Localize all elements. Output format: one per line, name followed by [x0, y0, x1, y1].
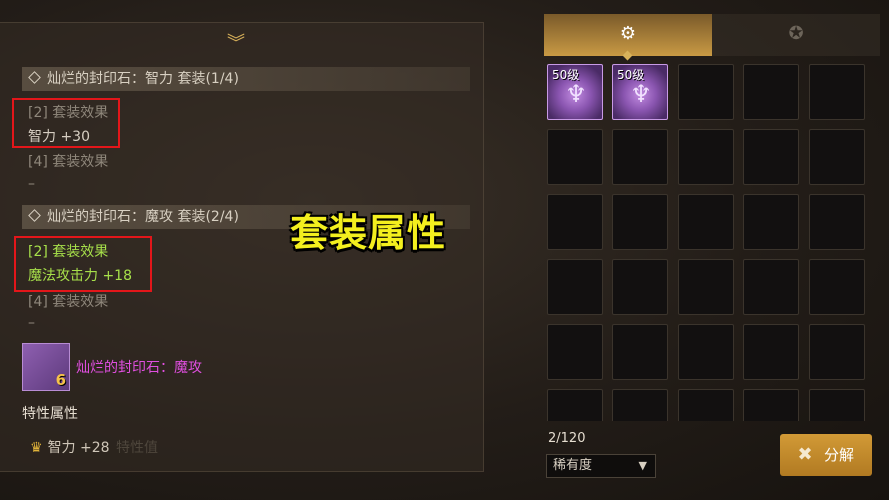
star-emblem-icon: ✪ [788, 23, 804, 44]
seal-emblem-icon: ♆ [630, 80, 652, 108]
trait-ghost-label: 特性值 [116, 440, 158, 456]
decompose-button[interactable]: ✖ 分解 [780, 434, 872, 476]
set-effect-value: – [28, 315, 35, 331]
crown-icon: ♛ [30, 440, 43, 456]
inventory-slot[interactable] [743, 324, 799, 380]
inventory-slot[interactable] [678, 259, 734, 315]
inventory-slot[interactable] [743, 389, 799, 421]
decompose-icon: ✖ [797, 444, 813, 465]
inventory-slot[interactable] [678, 389, 734, 421]
inventory-slot[interactable] [809, 194, 865, 250]
highlight-box [12, 98, 120, 148]
inventory-slot[interactable]: 50级 ♆ [612, 64, 668, 120]
inventory-slot[interactable] [809, 324, 865, 380]
inventory-slot[interactable] [809, 64, 865, 120]
inventory-slot[interactable] [612, 324, 668, 380]
dropdown-arrow-icon: ▼ [638, 459, 647, 472]
inventory-slot[interactable] [678, 64, 734, 120]
collapse-chevron-icon[interactable]: ︾ [224, 35, 248, 53]
inventory-grid: 50级 ♆ 50级 ♆ [547, 64, 867, 421]
trait-stat: ♛ 智力 +28 [30, 437, 110, 457]
trait-section-title: 特性属性 [22, 406, 78, 422]
tab-special[interactable]: ✪ [712, 14, 880, 56]
set-header-int: 灿烂的封印石：智力 套装(1/4) [22, 67, 470, 91]
seal-gear-icon: ⚙ [619, 23, 637, 44]
inventory-slot[interactable] [678, 194, 734, 250]
inventory-slot[interactable]: 50级 ♆ [547, 64, 603, 120]
inventory-slot[interactable] [678, 129, 734, 185]
inventory-slot[interactable] [743, 64, 799, 120]
inventory-slot[interactable] [809, 129, 865, 185]
inventory-slot[interactable] [612, 194, 668, 250]
sort-dropdown[interactable]: 稀有度 ▼ [546, 454, 656, 478]
inventory-slot[interactable] [809, 389, 865, 421]
set-header-label: 灿烂的封印石：魔攻 套装(2/4) [47, 209, 239, 225]
decompose-label: 分解 [824, 446, 855, 464]
inventory-slot[interactable] [743, 259, 799, 315]
inventory-slot[interactable] [612, 389, 668, 421]
set-effect-title: [4] 套装效果 [28, 294, 109, 310]
inventory-slot[interactable] [743, 194, 799, 250]
overlay-title: 套装属性 [290, 211, 447, 255]
inventory-slot[interactable] [547, 324, 603, 380]
inventory-capacity: 2/120 [548, 431, 586, 446]
diamond-icon [28, 209, 41, 222]
inventory-slot[interactable] [612, 259, 668, 315]
set-effect-value: – [28, 176, 35, 192]
inventory-slot[interactable] [612, 129, 668, 185]
trait-stat-value: 智力 +28 [47, 440, 110, 456]
inventory-slot[interactable] [547, 194, 603, 250]
inventory-slot[interactable] [547, 129, 603, 185]
set-effect-title: [4] 套装效果 [28, 154, 109, 170]
tab-seal-stones[interactable]: ⚙ [544, 14, 712, 56]
seal-emblem-icon: ♆ [565, 80, 587, 108]
inventory-slot[interactable] [547, 389, 603, 421]
item-badge: 6 [55, 371, 66, 389]
item-name: 灿烂的封印石：魔攻 [76, 360, 202, 376]
inventory-slot[interactable] [743, 129, 799, 185]
inventory-slot[interactable] [547, 259, 603, 315]
inventory-slot[interactable] [809, 259, 865, 315]
sort-selected-value: 稀有度 [553, 458, 593, 473]
seal-stone-item-icon[interactable]: 6 [22, 343, 70, 391]
inventory-slot[interactable] [678, 324, 734, 380]
diamond-icon [28, 71, 41, 84]
highlight-box [14, 236, 152, 292]
set-header-label: 灿烂的封印石：智力 套装(1/4) [47, 71, 239, 87]
